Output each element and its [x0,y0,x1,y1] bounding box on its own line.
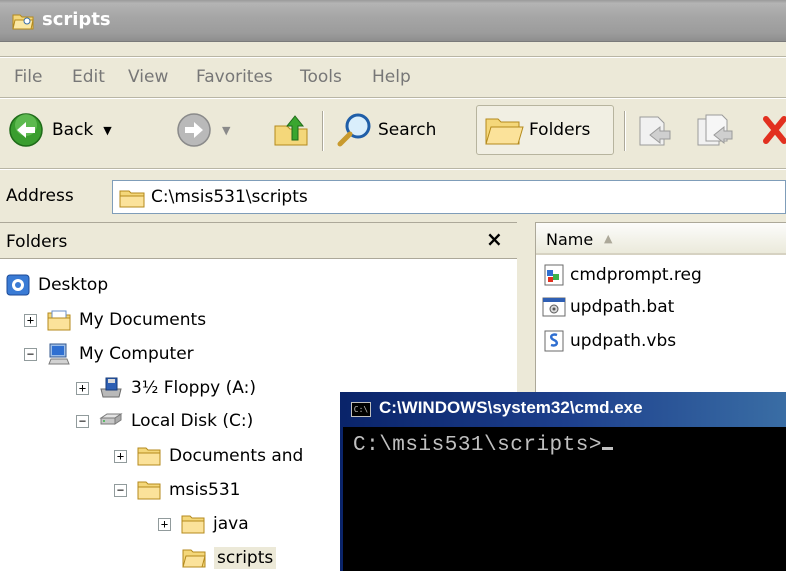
address-label: Address [6,186,74,206]
floppy-drive-icon [100,377,122,398]
batch-file-icon [542,297,566,317]
up-folder-button[interactable] [272,105,310,155]
cmd-title-bar[interactable]: C:\ C:\WINDOWS\system32\cmd.exe [343,392,786,427]
copy-to-button[interactable] [696,105,734,155]
window-title: scripts [42,9,111,30]
menu-file[interactable]: File [14,67,42,87]
folder-icon [137,481,161,500]
back-arrow-icon [9,113,43,147]
text-cursor [601,447,613,450]
expand-icon[interactable]: + [24,313,37,327]
sort-ascending-icon: ▲ [604,232,613,245]
copy-to-icon [697,114,733,146]
up-folder-icon [274,115,308,146]
forward-button[interactable]: ▼ [176,105,230,155]
tree-item-my-computer[interactable]: − My Computer [24,339,194,369]
menu-view[interactable]: View [128,67,168,87]
cmd-output[interactable]: C:\msis531\scripts> [353,434,613,457]
search-button[interactable]: Search [336,105,436,155]
hard-drive-icon [99,413,123,425]
delete-button[interactable] [760,105,786,155]
back-dropdown-icon[interactable]: ▼ [103,124,111,137]
folders-button[interactable]: Folders [476,105,614,155]
expand-icon[interactable]: + [76,381,89,395]
delete-icon [763,116,786,144]
menu-edit[interactable]: Edit [72,67,105,87]
menu-favorites[interactable]: Favorites [196,67,273,87]
collapse-icon[interactable]: − [24,347,37,361]
folder-icon [137,447,161,466]
registry-file-icon [544,264,564,286]
forward-arrow-icon [177,113,211,147]
back-label: Back [52,120,94,140]
menu-tools[interactable]: Tools [300,67,342,87]
address-field[interactable]: C:\msis531\scripts [112,180,786,214]
tree-item-floppy[interactable]: + 3½ Floppy (A:) [76,373,256,403]
address-bar: Address C:\msis531\scripts [0,176,786,216]
move-to-icon [639,116,671,146]
folders-pane-title: Folders [6,232,68,252]
divider [0,56,786,58]
expand-icon[interactable]: + [158,517,171,531]
file-item[interactable]: updpath.bat [542,293,674,321]
folder-window-icon [12,14,34,30]
move-to-button[interactable] [636,105,674,155]
column-name-label: Name [546,230,594,249]
tree-item-java[interactable]: + java [158,509,249,539]
cmd-prompt: C:\msis531\scripts> [353,434,602,457]
folder-icon [119,190,145,208]
my-computer-icon [48,343,70,365]
open-folder-icon [182,549,206,568]
column-header-name[interactable]: Name ▲ [536,223,786,255]
collapse-icon[interactable]: − [114,483,127,497]
tree-item-my-documents[interactable]: + My Documents [24,305,206,335]
divider [0,168,786,170]
desktop-icon [6,274,30,296]
close-icon[interactable]: × [486,227,503,251]
tree-item-scripts[interactable]: scripts [182,543,277,571]
menu-help[interactable]: Help [372,67,411,87]
file-item[interactable]: updpath.vbs [542,327,676,355]
divider [0,97,786,99]
tree-item-desktop[interactable]: Desktop [6,270,108,300]
folders-label: Folders [529,120,591,140]
tree-item-local-disk[interactable]: − Local Disk (C:) [76,406,253,436]
forward-dropdown-icon[interactable]: ▼ [222,124,230,137]
address-path: C:\msis531\scripts [151,187,308,207]
tree-item-msis531[interactable]: − msis531 [114,475,240,505]
expand-icon[interactable]: + [114,449,127,463]
search-label: Search [378,120,437,140]
explorer-window: scripts File Edit View Favorites Tools H… [0,0,786,571]
toolbar-divider [322,111,324,151]
menu-bar: File Edit View Favorites Tools Help [0,60,786,90]
cmd-window[interactable]: C:\ C:\WINDOWS\system32\cmd.exe C:\msis5… [340,392,786,571]
title-bar[interactable]: scripts [0,0,786,42]
tree-item-documents-and-settings[interactable]: + Documents and [114,441,303,471]
my-documents-icon [47,310,71,331]
cmd-icon: C:\ [351,402,371,417]
folders-pane-header: Folders × [0,223,517,259]
search-icon [337,113,371,147]
file-item[interactable]: cmdprompt.reg [542,261,702,289]
toolbar-divider [624,111,626,151]
folder-icon [181,515,205,534]
collapse-icon[interactable]: − [76,414,89,428]
toolbar: Back ▼ ▼ Search Folders [0,103,786,159]
vbscript-file-icon [544,330,564,352]
back-button[interactable]: Back ▼ [8,105,112,155]
folders-icon [485,118,524,145]
cmd-title: C:\WINDOWS\system32\cmd.exe [379,398,643,417]
